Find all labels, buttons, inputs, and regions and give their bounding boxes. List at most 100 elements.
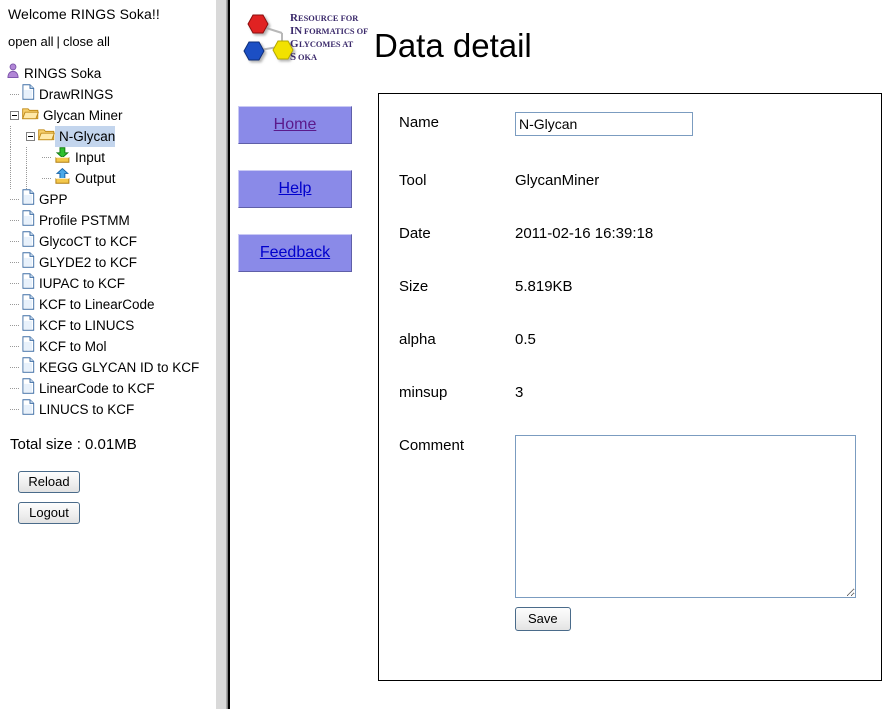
tree-item[interactable]: KCF to LINUCS [6,314,214,337]
file-icon [22,356,35,379]
tree-item-label[interactable]: DrawRINGS [35,84,113,105]
tree-item[interactable]: KEGG GLYCAN ID to KCF [6,356,214,379]
user-icon [6,62,20,85]
minus-icon[interactable] [9,111,19,120]
content-area: Home Help Feedback Name Tool GlycanMiner [230,86,896,681]
name-label: Name [399,114,440,131]
tree-item[interactable]: LINUCS to KCF [6,398,214,421]
help-link[interactable]: Help [279,180,312,198]
size-label: Size [399,278,429,295]
logout-button[interactable]: Logout [18,502,80,524]
tree-guide [6,336,22,357]
tree-item[interactable]: N-Glycan [6,126,214,147]
svg-text:LYCOMES AT: LYCOMES AT [299,40,354,49]
field-row-size: Size 5.819KB [379,276,881,295]
comment-textarea[interactable] [515,435,856,598]
tree-item-label[interactable]: LinearCode to KCF [35,378,155,399]
tree-item[interactable]: IUPAC to KCF [6,272,214,294]
file-icon [22,377,35,400]
output-icon [54,167,71,190]
tree-item-label[interactable]: RINGS Soka [20,63,101,84]
tree-item[interactable]: Profile PSTMM [6,209,214,232]
field-row-minsup: minsup 3 [379,382,881,401]
tree-item-label[interactable]: KEGG GLYCAN ID to KCF [35,357,199,378]
side-navigation: Home Help Feedback [238,86,378,681]
date-value: 2011-02-16 16:39:18 [515,225,654,242]
field-row-date: Date 2011-02-16 16:39:18 [379,223,881,242]
tree-guide [6,294,22,315]
tree-item[interactable]: GlycoCT to KCF [6,230,214,253]
tree-item[interactable]: KCF to LinearCode [6,293,214,316]
alpha-label: alpha [399,331,436,348]
tree-item-label[interactable]: KCF to LinearCode [35,294,155,315]
file-icon [22,398,35,421]
frame-splitter[interactable] [214,0,228,709]
tree-item-label[interactable]: Glycan Miner [39,105,123,126]
file-icon [22,293,35,316]
home-link[interactable]: Home [274,116,317,134]
tool-value: GlycanMiner [515,172,600,189]
tree-item-label[interactable]: Input [71,147,105,168]
tree-guide [38,168,54,189]
tree-item[interactable]: GPP [6,188,214,210]
tree-item-label[interactable]: GlycoCT to KCF [35,231,137,252]
svg-text:IN: IN [290,25,302,37]
field-row-alpha: alpha 0.5 [379,329,881,348]
field-row-comment: Comment Save [379,435,881,631]
tree-guide [22,168,38,189]
tree-item-label[interactable]: GPP [35,189,68,210]
input-icon [54,146,71,169]
tree-guide [38,147,54,168]
field-row-tool: Tool GlycanMiner [379,170,881,189]
main-frame: R ESOURCE FOR IN FORMATICS OF G LYCOMES AT … [228,0,896,709]
svg-text:ESOURCE FOR: ESOURCE FOR [298,14,359,23]
control-separator: | [56,34,60,49]
tree-item[interactable]: KCF to Mol [6,335,214,357]
tree-item-label[interactable]: N-Glycan [55,126,116,147]
tree-item-label[interactable]: KCF to LINUCS [35,315,134,336]
close-all-link[interactable]: close all [63,34,110,49]
date-label: Date [399,225,431,242]
tree-item-label[interactable]: Profile PSTMM [35,210,130,231]
page-root: Welcome RINGS Soka!! open all | close all … [0,0,896,709]
minus-icon[interactable] [25,132,35,141]
home-button[interactable]: Home [238,106,352,144]
file-icon [22,314,35,337]
tree-guide [22,147,38,168]
tree-guide [6,84,22,105]
tree-guide [6,210,22,231]
tree-item[interactable]: RINGS Soka [6,63,214,84]
name-input[interactable] [515,112,693,136]
tree-guide [6,252,22,273]
tree-item-label[interactable]: Output [71,168,116,189]
tree-item[interactable]: Input [6,146,214,169]
tree-item-label[interactable]: GLYDE2 to KCF [35,252,137,273]
file-icon [22,251,35,274]
file-icon [22,230,35,253]
help-button[interactable]: Help [238,170,352,208]
tree-item[interactable]: DrawRINGS [6,83,214,105]
svg-text:FORMATICS OF: FORMATICS OF [304,27,368,36]
tree-item-label[interactable]: KCF to Mol [35,336,107,357]
tree-item-label[interactable]: LINUCS to KCF [35,399,134,420]
tree-item[interactable]: GLYDE2 to KCF [6,251,214,274]
save-button[interactable]: Save [515,607,571,631]
reload-button[interactable]: Reload [18,471,80,493]
tree-expander[interactable] [6,105,22,126]
feedback-link[interactable]: Feedback [260,244,330,262]
tree-expander[interactable] [22,126,38,147]
minsup-label: minsup [399,384,448,401]
tree-item[interactable]: LinearCode to KCF [6,377,214,400]
tree-item[interactable]: Output [6,167,214,190]
tree-item[interactable]: Glycan Miner [6,105,214,126]
tree-guide [6,231,22,252]
folder-icon [21,105,40,126]
comment-label: Comment [399,437,465,454]
tree-guide [6,399,22,420]
tool-label: Tool [399,172,427,189]
tree-guide [6,378,22,399]
tree-item-label[interactable]: IUPAC to KCF [35,273,125,294]
feedback-button[interactable]: Feedback [238,234,352,272]
file-icon [22,209,35,232]
open-all-link[interactable]: open all [8,34,54,49]
